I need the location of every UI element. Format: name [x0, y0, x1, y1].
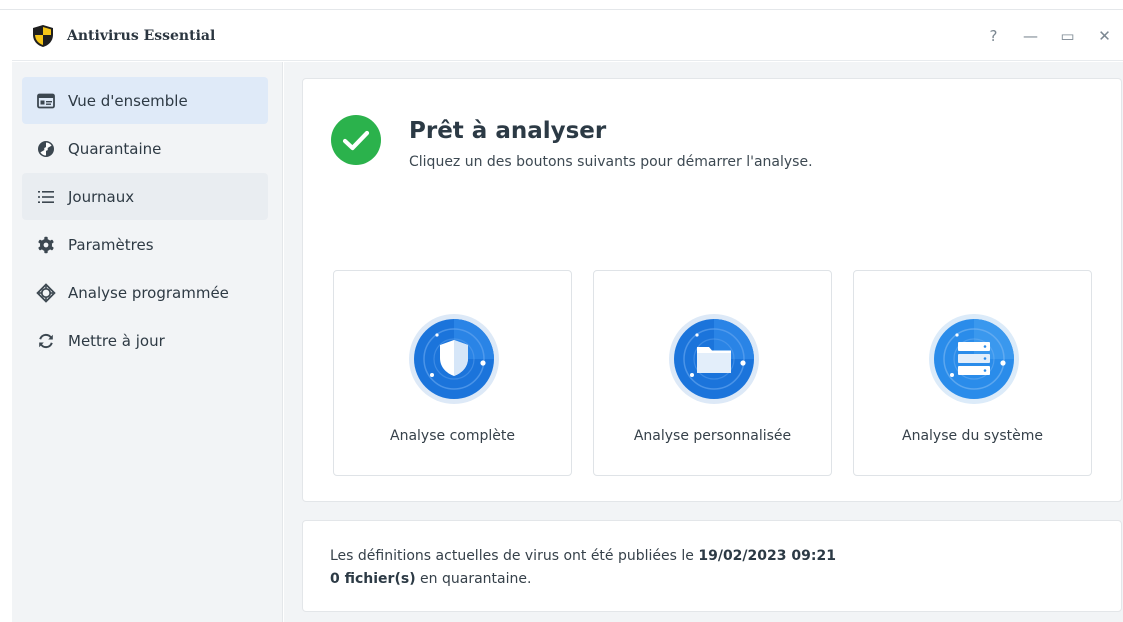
quarantine-text: en quarantaine. [420, 571, 532, 587]
title-bar: Antivirus Essential ? — ▭ ✕ [12, 11, 1123, 61]
info-panel: Les définitions actuelles de virus ont é… [302, 520, 1122, 612]
help-button[interactable]: ? [975, 24, 1012, 48]
maximize-button[interactable]: ▭ [1049, 24, 1086, 48]
system-scan-card[interactable]: Analyse du système [853, 270, 1092, 476]
definitions-line: Les définitions actuelles de virus ont é… [330, 548, 836, 564]
sidebar-item-settings[interactable]: Paramètres [22, 221, 268, 268]
crosshair-icon [36, 282, 56, 303]
window-top-edge [0, 0, 1123, 10]
folder-scan-icon [669, 314, 759, 404]
card-label: Analyse complète [390, 428, 515, 444]
window-controls: ? — ▭ ✕ [975, 24, 1123, 48]
sidebar-item-logs[interactable]: Journaux [22, 173, 268, 220]
shield-logo-icon [33, 25, 53, 47]
minimize-button[interactable]: — [1012, 24, 1049, 48]
main-content: Prêt à analyser Cliquez un des boutons s… [284, 62, 1123, 622]
refresh-icon [36, 331, 56, 351]
app-title: Antivirus Essential [67, 28, 216, 44]
custom-scan-card[interactable]: Analyse personnalisée [593, 270, 832, 476]
gear-icon [36, 235, 56, 255]
card-label: Analyse du système [902, 428, 1043, 444]
sidebar-item-label: Quarantaine [68, 139, 162, 158]
definitions-date: 19/02/2023 09:21 [698, 548, 836, 564]
quarantine-count: 0 fichier(s) [330, 571, 416, 587]
definitions-text: Les définitions actuelles de virus ont é… [330, 548, 694, 564]
server-scan-icon [929, 314, 1019, 404]
sidebar-item-overview[interactable]: Vue d'ensemble [22, 77, 268, 124]
list-icon [36, 187, 56, 207]
sidebar-item-update[interactable]: Mettre à jour [22, 317, 268, 364]
overview-card-icon [36, 91, 56, 111]
check-circle-icon [331, 115, 381, 165]
status-title: Prêt à analyser [409, 118, 607, 144]
sidebar-item-scheduled-scan[interactable]: Analyse programmée [22, 269, 268, 316]
quarantine-line: 0 fichier(s) en quarantaine. [330, 571, 531, 587]
card-label: Analyse personnalisée [633, 428, 792, 444]
app-window: Antivirus Essential ? — ▭ ✕ Vue d'ensemb… [0, 0, 1123, 622]
full-scan-card[interactable]: Analyse complète [333, 270, 572, 476]
biohazard-icon [36, 139, 56, 159]
sidebar-item-label: Mettre à jour [68, 331, 165, 350]
sidebar: Vue d'ensemble Quarantaine Journaux Para… [12, 62, 283, 622]
sidebar-item-label: Journaux [68, 187, 135, 206]
sidebar-item-label: Paramètres [68, 235, 154, 254]
close-button[interactable]: ✕ [1086, 24, 1123, 48]
scan-panel: Prêt à analyser Cliquez un des boutons s… [302, 78, 1122, 502]
sidebar-item-label: Analyse programmée [68, 283, 229, 302]
sidebar-item-quarantine[interactable]: Quarantaine [22, 125, 268, 172]
status-subtitle: Cliquez un des boutons suivants pour dém… [409, 154, 813, 170]
sidebar-item-label: Vue d'ensemble [68, 91, 188, 110]
shield-scan-icon [409, 314, 499, 404]
